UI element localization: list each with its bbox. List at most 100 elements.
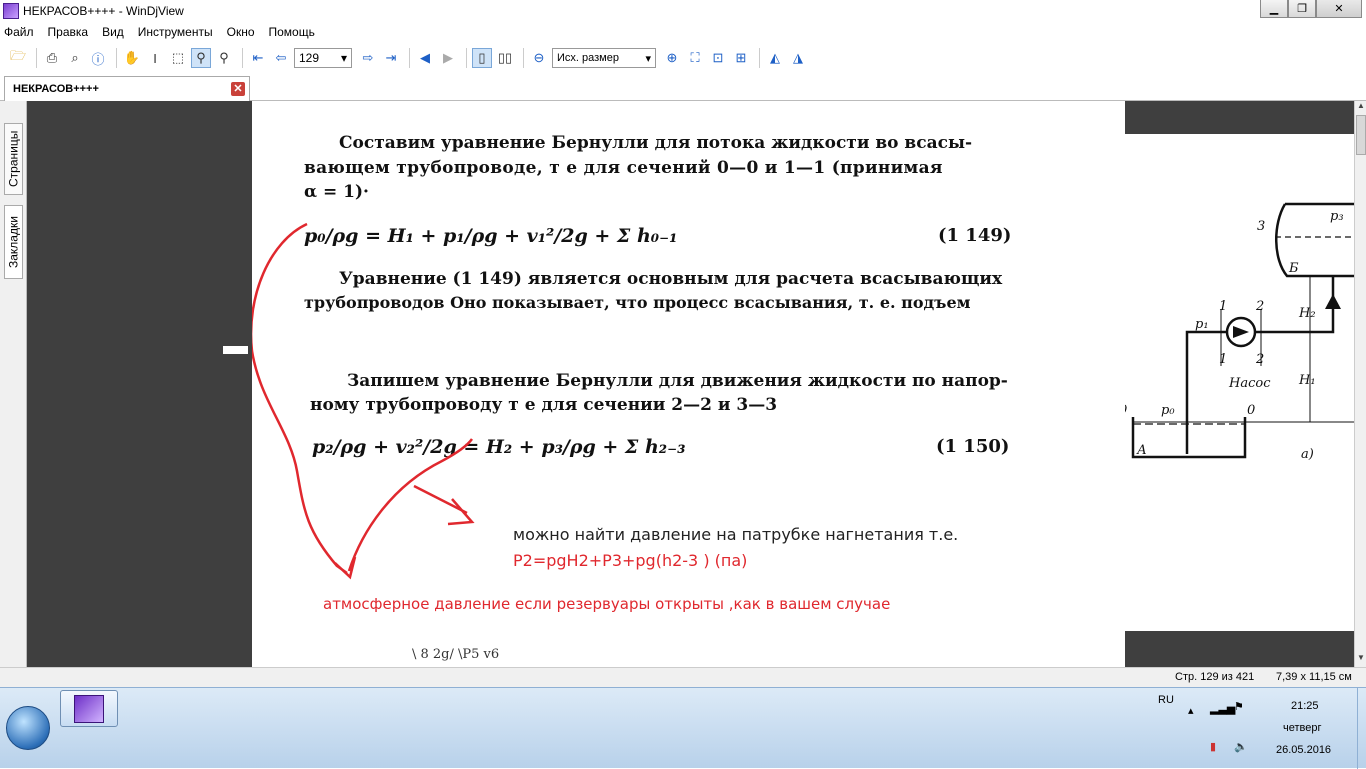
document-viewer[interactable]: Составим уравнение Бернулли для потока ж… xyxy=(27,101,1354,667)
toolbar-separator xyxy=(409,48,410,68)
page-edge-mark xyxy=(223,346,248,354)
tab-pages[interactable]: Страницы xyxy=(4,123,23,195)
close-window-button[interactable]: ✕ xyxy=(1316,0,1362,18)
language-indicator[interactable]: RU xyxy=(1158,694,1174,706)
label-pump: Насос xyxy=(1228,376,1271,391)
label-s2a: 2 xyxy=(1255,299,1264,314)
clock-day[interactable]: четверг xyxy=(1283,722,1322,734)
dark-band-top xyxy=(1125,101,1354,134)
power-icon[interactable]: ▮ xyxy=(1210,740,1216,753)
zoom-rect-icon[interactable]: ⚲ xyxy=(191,48,211,68)
label-s1a: 1 xyxy=(1219,299,1227,314)
menu-help[interactable]: Помощь xyxy=(269,25,315,39)
rotate-right-icon[interactable]: ◮ xyxy=(788,48,808,68)
next-page-icon[interactable]: ⇨ xyxy=(358,48,378,68)
status-page: Стр. 129 из 421 xyxy=(1175,671,1255,683)
forward-icon[interactable]: ▶ xyxy=(438,48,458,68)
single-page-icon[interactable]: ▯ xyxy=(472,48,492,68)
status-bar: Стр. 129 из 421 7,39 x 11,15 см xyxy=(0,667,1366,687)
pump-system-diagram: 3 p₃ Б H₂ 1 2 p₁ 1 2 Насос H₁ 0 p₀ 0 А а… xyxy=(1119,202,1354,462)
hand-tool-icon[interactable]: ✋ xyxy=(122,48,142,68)
clock-time[interactable]: 21:25 xyxy=(1291,700,1319,712)
tray-expand-icon[interactable]: ▴ xyxy=(1188,704,1194,717)
document-tab-bar: НЕКРАСОВ++++ ✕ xyxy=(0,74,1366,101)
menu-edit[interactable]: Правка xyxy=(48,25,89,39)
red-ink-strokes xyxy=(252,222,475,580)
zoom-combo[interactable]: Исх. размер ▾ xyxy=(552,48,656,68)
discharge-pipe xyxy=(1255,276,1335,334)
label-a-tank: А xyxy=(1136,443,1147,458)
label-p1: p₁ xyxy=(1195,317,1209,332)
tab-bookmarks-label: Закладки xyxy=(6,216,21,268)
prev-page-icon[interactable]: ⇦ xyxy=(271,48,291,68)
label-section-3: 3 xyxy=(1257,219,1265,234)
restore-button[interactable]: ❐ xyxy=(1288,0,1316,18)
sidebar: Страницы Закладки xyxy=(0,101,27,667)
toolbar-separator xyxy=(36,48,37,68)
taskbar-windjview[interactable] xyxy=(60,690,118,727)
label-h2: H₂ xyxy=(1298,306,1316,321)
pump-impeller xyxy=(1233,326,1249,338)
actual-size-icon[interactable]: ⊞ xyxy=(731,48,751,68)
page-number-combo[interactable]: 129 ▾ xyxy=(294,48,352,68)
two-page-icon[interactable]: ▯▯ xyxy=(495,48,515,68)
zoom-out-icon[interactable]: ⊖ xyxy=(529,48,549,68)
menu-tools[interactable]: Инструменты xyxy=(138,25,213,39)
menu-file[interactable]: Файл xyxy=(4,25,34,39)
label-p3: p₃ xyxy=(1330,209,1344,224)
toolbar: 🗁 ⎙ ⌕ ⓘ ✋ I ⬚ ⚲ ⚲ ⇤ ⇦ 129 ▾ ⇨ ⇥ ◀ ▶ ▯ ▯▯ … xyxy=(0,44,1366,72)
label-section-0b: 0 xyxy=(1247,403,1255,418)
label-figure-a: а) xyxy=(1301,447,1314,462)
label-section-0: 0 xyxy=(1125,403,1127,418)
print-icon[interactable]: ⎙ xyxy=(42,48,62,68)
last-page-icon[interactable]: ⇥ xyxy=(381,48,401,68)
find-icon[interactable]: ⌕ xyxy=(65,48,85,68)
document-page: Составим уравнение Бернулли для потока ж… xyxy=(252,101,1125,667)
fit-width-icon[interactable]: ⊡ xyxy=(708,48,728,68)
menu-window[interactable]: Окно xyxy=(227,25,255,39)
vertical-scrollbar[interactable]: ▲ ▼ xyxy=(1354,101,1366,667)
red-arrowhead-2 xyxy=(447,498,475,526)
chevron-down-icon: ▾ xyxy=(645,52,651,65)
flag-icon[interactable]: ⚑ xyxy=(1234,700,1244,713)
text-select-icon[interactable]: I xyxy=(145,48,165,68)
page-number-value: 129 xyxy=(299,51,320,65)
menu-bar: Файл Правка Вид Инструменты Окно Помощь xyxy=(0,22,1366,42)
toolbar-separator xyxy=(466,48,467,68)
clock-date[interactable]: 26.05.2016 xyxy=(1276,744,1331,756)
scroll-up-icon[interactable]: ▲ xyxy=(1355,101,1366,115)
minimize-button[interactable]: ▁ xyxy=(1260,0,1288,18)
volume-icon[interactable]: 🔈 xyxy=(1234,740,1248,753)
rotate-left-icon[interactable]: ◭ xyxy=(765,48,785,68)
start-button[interactable] xyxy=(6,706,50,750)
diagram-page-area: 3 p₃ Б H₂ 1 2 p₁ 1 2 Насос H₁ 0 p₀ 0 А а… xyxy=(1119,134,1354,631)
window-title: НЕКРАСОВ++++ - WinDjView xyxy=(23,4,184,18)
window-controls: ▁ ❐ ✕ xyxy=(1260,0,1362,18)
tab-bookmarks[interactable]: Закладки xyxy=(4,205,23,279)
toolbar-separator xyxy=(116,48,117,68)
menu-view[interactable]: Вид xyxy=(102,25,124,39)
close-tab-icon[interactable]: ✕ xyxy=(231,82,245,96)
network-icon[interactable]: ▂▃▅ xyxy=(1210,702,1235,715)
rect-select-icon[interactable]: ⬚ xyxy=(168,48,188,68)
toolbar-separator xyxy=(759,48,760,68)
document-tab[interactable]: НЕКРАСОВ++++ ✕ xyxy=(4,76,250,101)
label-s1b: 1 xyxy=(1219,352,1227,367)
windjview-app-icon[interactable] xyxy=(3,3,19,19)
first-page-icon[interactable]: ⇤ xyxy=(248,48,268,68)
zoom-in-icon[interactable]: ⊕ xyxy=(662,48,682,68)
label-s2b: 2 xyxy=(1255,352,1264,367)
scroll-down-icon[interactable]: ▼ xyxy=(1355,653,1366,667)
scroll-thumb[interactable] xyxy=(1356,115,1366,155)
fit-page-icon[interactable]: ⛶ xyxy=(685,48,705,68)
label-b: Б xyxy=(1288,261,1299,276)
open-folder-icon[interactable]: 🗁 xyxy=(8,48,28,68)
tab-pages-label: Страницы xyxy=(6,130,21,188)
back-icon[interactable]: ◀ xyxy=(415,48,435,68)
show-desktop-button[interactable] xyxy=(1357,688,1366,769)
info-icon[interactable]: ⓘ xyxy=(88,48,108,68)
zoom-value: Исх. размер xyxy=(557,52,619,64)
toolbar-separator xyxy=(242,48,243,68)
magnifier-icon[interactable]: ⚲ xyxy=(214,48,234,68)
label-p0: p₀ xyxy=(1161,403,1175,418)
